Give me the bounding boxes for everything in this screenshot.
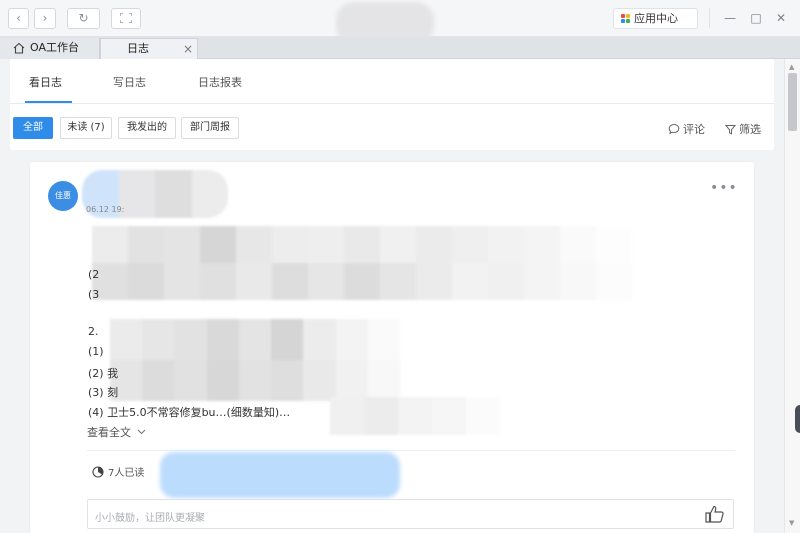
tab-log-label: 日志 bbox=[127, 42, 149, 55]
screen-filter-button[interactable]: 筛选 bbox=[724, 121, 761, 137]
comment-icon bbox=[668, 123, 680, 135]
filter-dept-weekly-button[interactable]: 部门周报 bbox=[181, 117, 239, 139]
log-subtabs: 看日志 写日志 日志报表 bbox=[10, 59, 774, 104]
title-divider bbox=[709, 8, 710, 28]
subtab-view-log[interactable]: 看日志 bbox=[29, 74, 62, 90]
tab-oa-workbench[interactable]: OA工作台 bbox=[0, 38, 100, 59]
minimize-icon: — bbox=[724, 11, 736, 25]
comment-filter-button[interactable]: 评论 bbox=[668, 121, 705, 137]
forward-button[interactable]: › bbox=[34, 8, 56, 29]
app-center-label: 应用中心 bbox=[634, 12, 678, 25]
filter-icon bbox=[724, 125, 737, 135]
refresh-button[interactable]: ↻ bbox=[67, 8, 100, 29]
thumbs-up-icon[interactable] bbox=[705, 505, 724, 523]
redacted-text-block-2 bbox=[110, 319, 400, 401]
log-body-line: (3 bbox=[88, 288, 100, 301]
log-body-line: (4) 卫士5.0不常容修复bu…(细数量知)… bbox=[88, 406, 291, 419]
card-divider bbox=[87, 450, 735, 451]
log-body-line: (2 bbox=[88, 268, 100, 281]
fullscreen-button[interactable] bbox=[111, 8, 141, 29]
log-body-line: 2. bbox=[88, 325, 99, 338]
active-subtab-indicator bbox=[25, 101, 72, 103]
log-card: 佳惠 ••• 06.12 19: (2 (3 2. (1) (2) 我 (3) … bbox=[30, 162, 754, 533]
log-body-line: (1) bbox=[88, 345, 104, 358]
filter-bar: 全部 未读 (7) 我发出的 部门周报 评论 筛选 bbox=[10, 104, 774, 150]
redacted-text-block-1 bbox=[92, 226, 632, 300]
subtab-log-report[interactable]: 日志报表 bbox=[198, 74, 242, 90]
app-center-button[interactable]: 应用中心 bbox=[613, 8, 698, 29]
chevron-right-icon: › bbox=[42, 11, 48, 25]
page-scrollbar[interactable]: ▲ ▼ bbox=[784, 59, 800, 533]
scroll-down-icon[interactable]: ▼ bbox=[789, 519, 794, 527]
pie-icon bbox=[92, 466, 104, 478]
home-icon bbox=[13, 42, 25, 54]
tab-close-icon[interactable]: × bbox=[183, 39, 193, 59]
comment-filter-label: 评论 bbox=[683, 123, 705, 136]
app-center-logo-icon bbox=[621, 14, 630, 23]
redacted-text-block-3 bbox=[330, 397, 500, 435]
more-options-icon[interactable]: ••• bbox=[710, 180, 738, 196]
refresh-icon: ↻ bbox=[78, 11, 89, 25]
log-body-line: (3) 刻 bbox=[88, 386, 119, 399]
screen-filter-label: 筛选 bbox=[739, 123, 761, 136]
view-full-text-label: 查看全文 bbox=[87, 426, 131, 439]
minimize-button[interactable]: — bbox=[722, 9, 738, 27]
fullscreen-icon bbox=[119, 12, 133, 24]
chevron-left-icon: ‹ bbox=[16, 11, 21, 25]
avatar[interactable]: 佳惠 bbox=[48, 181, 78, 211]
log-date: 06.12 19: bbox=[86, 205, 125, 214]
chevron-down-icon bbox=[137, 429, 145, 435]
scroll-thumb[interactable] bbox=[788, 73, 797, 131]
maximize-button[interactable]: □ bbox=[748, 9, 764, 27]
tab-oa-label: OA工作台 bbox=[30, 41, 79, 54]
read-count-label: 7人已读 bbox=[108, 468, 145, 479]
close-window-button[interactable]: ✕ bbox=[773, 9, 789, 27]
main-content: 看日志 写日志 日志报表 全部 未读 (7) 我发出的 部门周报 评论 筛选 佳… bbox=[0, 59, 784, 533]
log-body-line: (2) 我 bbox=[88, 367, 119, 380]
title-bar: ‹ › ↻ 应用中心 — □ ✕ bbox=[0, 0, 800, 44]
side-drawer-handle[interactable] bbox=[795, 405, 800, 433]
redacted-reader-list bbox=[160, 452, 400, 498]
read-count[interactable]: 7人已读 bbox=[92, 464, 144, 479]
scroll-up-icon[interactable]: ▲ bbox=[789, 63, 794, 71]
encourage-comment-input[interactable]: 小小鼓励，让团队更凝聚 bbox=[87, 499, 734, 529]
subtab-write-log[interactable]: 写日志 bbox=[113, 74, 146, 90]
filter-unread-button[interactable]: 未读 (7) bbox=[60, 117, 112, 139]
close-icon: ✕ bbox=[775, 11, 787, 25]
filter-sent-button[interactable]: 我发出的 bbox=[118, 117, 176, 139]
tab-bar: OA工作台 日志 × bbox=[0, 37, 800, 59]
tab-log[interactable]: 日志 × bbox=[100, 38, 198, 59]
comment-placeholder: 小小鼓励，让团队更凝聚 bbox=[95, 513, 205, 524]
filter-all-button[interactable]: 全部 bbox=[13, 117, 53, 139]
view-full-text-link[interactable]: 查看全文 bbox=[87, 424, 146, 440]
back-button[interactable]: ‹ bbox=[8, 8, 29, 29]
maximize-icon: □ bbox=[750, 11, 762, 25]
